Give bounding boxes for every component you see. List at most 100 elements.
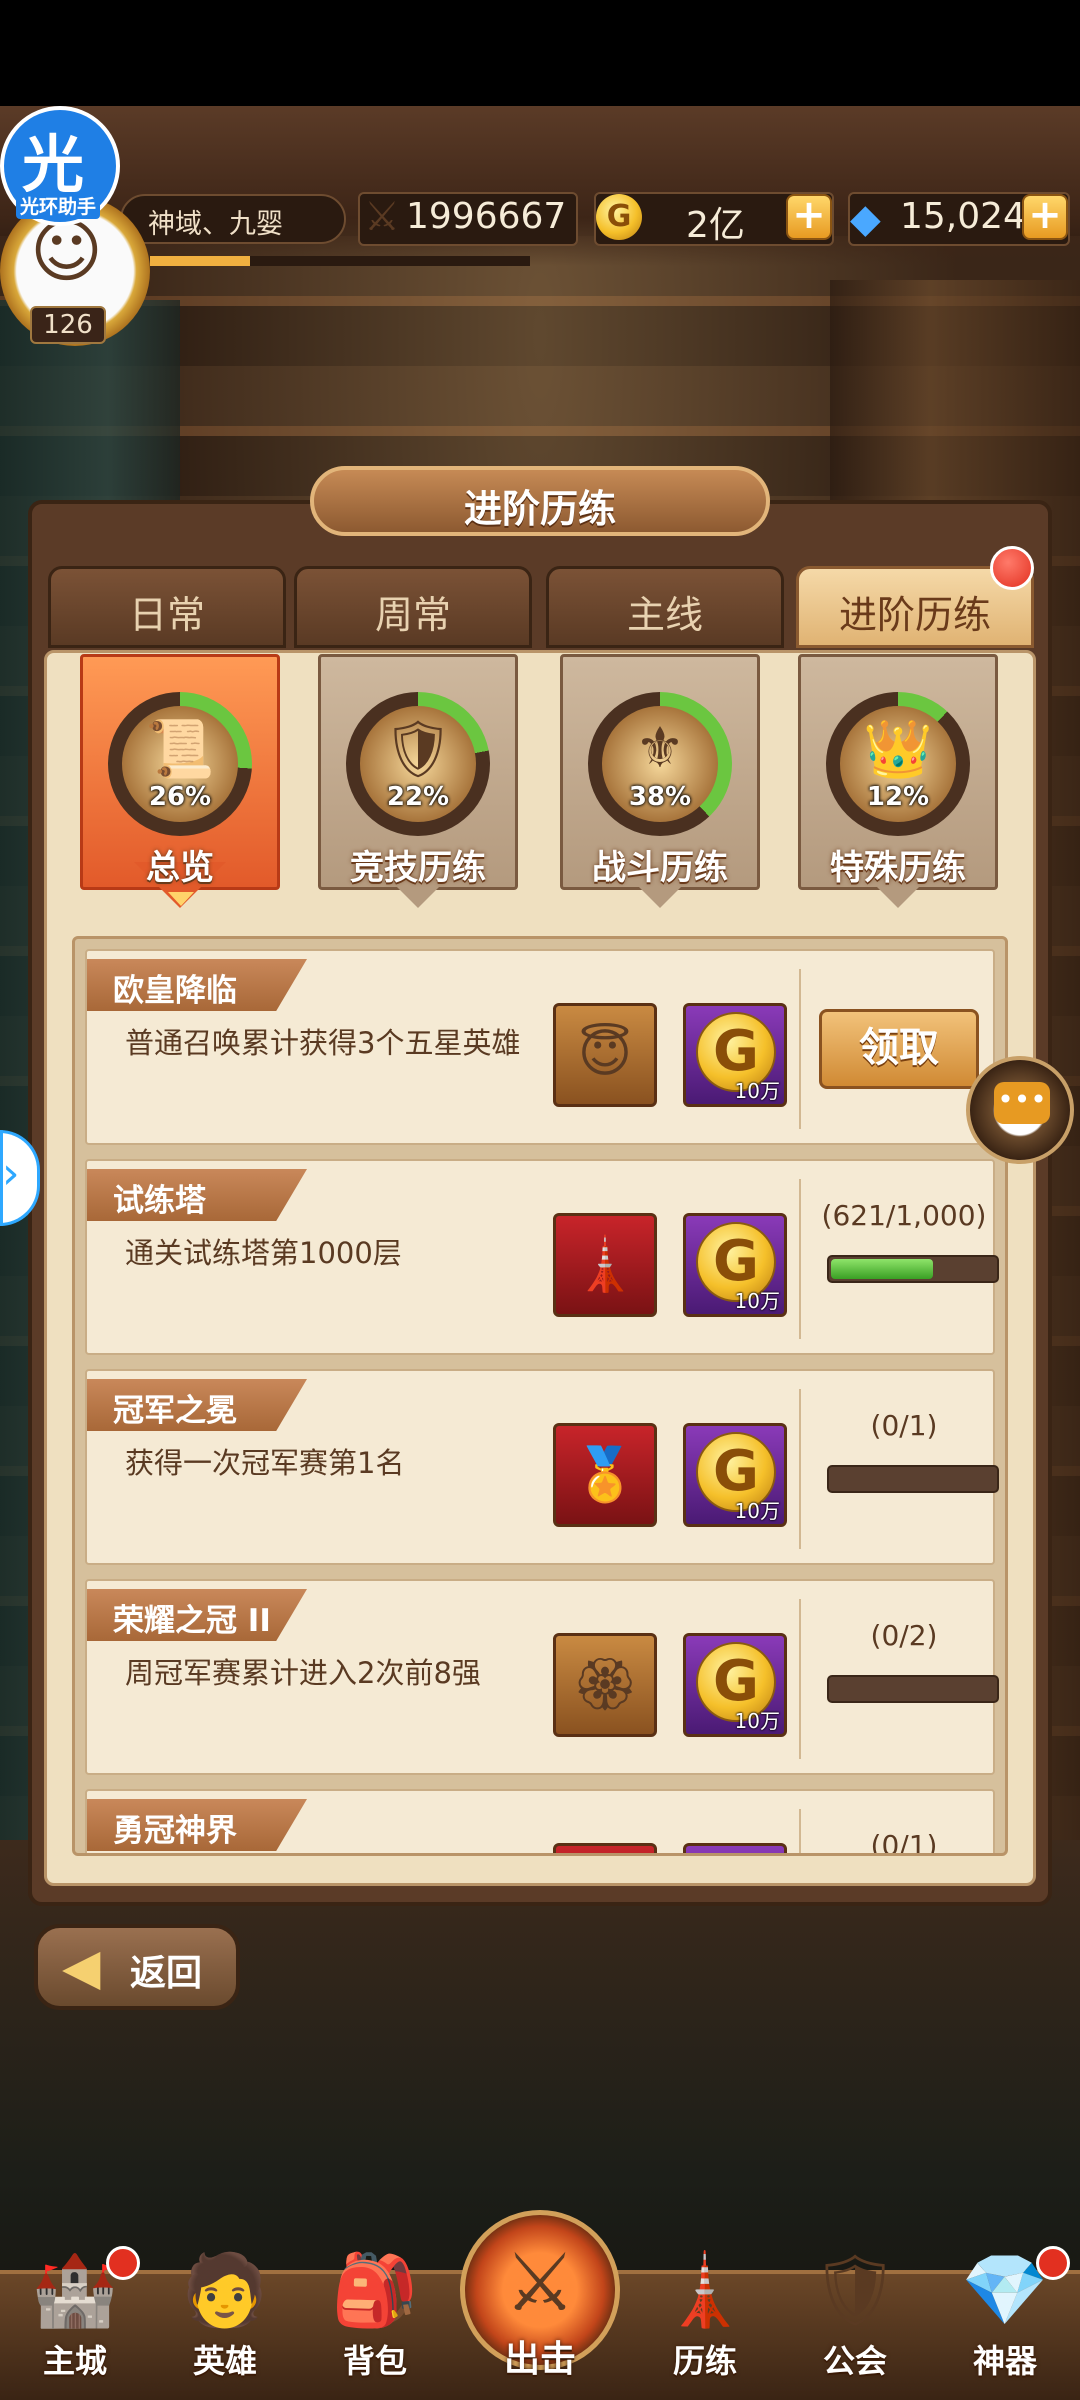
status-bar — [0, 0, 1080, 106]
progress-bar — [827, 1255, 999, 1283]
player-name: 神域、九婴 — [148, 209, 283, 240]
winged-shield-icon: ⚜ — [634, 716, 686, 781]
champion-emblem-icon: 🏅 — [572, 1445, 638, 1505]
backpack-icon: 🎒 — [331, 2249, 419, 2331]
reward-item[interactable]: 🏅 — [553, 1423, 657, 1527]
reward-quantity: 10万 — [734, 1499, 780, 1523]
task-row: 勇冠神界 (0/1) — [85, 1789, 995, 1856]
task-row: 试练塔 通关试练塔第1000层 🗼 G 10万 (621/1,000) — [85, 1159, 999, 1355]
reward-item[interactable]: 🗼 — [553, 1213, 657, 1317]
tab-main-label: 主线 — [626, 593, 703, 637]
nav-label: 英雄 — [192, 2342, 257, 2380]
divider — [799, 1179, 801, 1339]
category-name: 总览 — [146, 848, 214, 888]
laurel-emblem-icon: 🏵 — [571, 1655, 638, 1715]
task-description: 周冠军赛累计进入2次前8强 — [125, 1656, 481, 1690]
task-title: 欧皇降临 — [113, 973, 237, 1009]
scroll-icon: 📜 — [145, 717, 215, 782]
nav-guild[interactable]: 🛡 公会 — [790, 2240, 920, 2390]
add-gems-button[interactable]: + — [1022, 194, 1068, 240]
nav-label: 背包 — [342, 2342, 407, 2380]
guild-shield-icon: 🛡 — [810, 2249, 900, 2331]
task-row: 荣耀之冠 II 周冠军赛累计进入2次前8强 🏵 G 10万 (0/2) — [85, 1579, 999, 1775]
reward-quantity: 10万 — [734, 1079, 780, 1103]
tab-advanced-label: 进阶历练 — [838, 593, 991, 637]
reward-quantity: 10万 — [734, 1709, 780, 1733]
claim-button[interactable]: 领取 — [819, 1009, 979, 1089]
power-value: 1996667 — [406, 196, 567, 237]
reward-item[interactable]: 🏵 — [553, 1633, 657, 1737]
xp-bar-fill — [150, 256, 250, 266]
gem-icon: ◆ — [850, 196, 881, 242]
divider — [799, 1599, 801, 1759]
task-row: 冠军之冕 获得一次冠军赛第1名 🏅 G 10万 (0/1) — [85, 1369, 999, 1565]
nav-label: 神器 — [972, 2342, 1037, 2380]
reward-item[interactable]: G 10万 — [683, 1003, 787, 1107]
reward-item[interactable]: G 10万 — [683, 1633, 787, 1737]
reward-item[interactable]: 😇 — [553, 1003, 657, 1107]
gold-value: 2亿 — [686, 205, 745, 246]
add-gold-button[interactable]: + — [786, 194, 832, 240]
progress-text: (0/1) — [870, 1829, 938, 1856]
category-name: 战斗历练 — [592, 848, 728, 888]
assistant-logo-char: 光 — [22, 128, 85, 201]
task-title: 试练塔 — [113, 1183, 206, 1219]
crossed-swords-icon: ⚔ — [504, 2236, 576, 2329]
tower-badge-icon: 🗼 — [572, 1235, 638, 1295]
notification-dot — [990, 546, 1034, 590]
hero-icon: 🧑 — [181, 2249, 269, 2331]
tab-daily-label: 日常 — [128, 593, 205, 637]
reward-item[interactable]: G 10万 — [683, 1423, 787, 1527]
reward-item[interactable] — [553, 1843, 657, 1853]
category-arena[interactable]: 🛡 22% 竞技历练 — [318, 654, 518, 912]
divider — [799, 1809, 801, 1853]
category-overview[interactable]: 📜 26% 总览 — [80, 654, 280, 912]
nav-artifact[interactable]: 💎 神器 — [940, 2240, 1070, 2390]
nav-heroes[interactable]: 🧑 英雄 — [160, 2240, 290, 2390]
divider — [799, 1389, 801, 1549]
gem-value: 15,024 — [900, 196, 1026, 237]
category-name: 特殊历练 — [830, 848, 966, 888]
category-name: 竞技历练 — [350, 848, 486, 888]
category-special[interactable]: 👑 12% 特殊历练 — [798, 654, 998, 912]
category-battle[interactable]: ⚜ 38% 战斗历练 — [560, 654, 760, 912]
progress-text: (621/1,000) — [821, 1199, 987, 1232]
category-percent: 38% — [628, 782, 692, 812]
nav-label: 主城 — [42, 2342, 107, 2380]
back-button-label: 返回 — [130, 1953, 203, 1994]
panel-title: 进阶历练 — [463, 487, 616, 531]
category-percent: 12% — [866, 782, 930, 812]
nav-label: 历练 — [672, 2342, 737, 2380]
reward-quantity: 10万 — [734, 1289, 780, 1313]
chat-dots-icon: ••• — [997, 1083, 1047, 1116]
gold-coin-icon: G — [596, 194, 642, 240]
notification-dot — [1036, 2246, 1070, 2280]
task-title: 勇冠神界 — [113, 1813, 237, 1849]
nav-label: 公会 — [822, 2342, 887, 2380]
crossed-swords-icon: ⚔ — [364, 194, 400, 240]
player-level: 126 — [30, 306, 106, 344]
reward-item[interactable]: G 10万 — [683, 1213, 787, 1317]
tower-icon: 🗼 — [661, 2249, 749, 2331]
chevron-right-icon: › — [2, 1148, 20, 1199]
hero-avatar-icon: 😇 — [577, 1024, 633, 1084]
progress-bar-fill — [831, 1259, 933, 1279]
nav-training[interactable]: 🗼 历练 — [640, 2240, 770, 2390]
task-title: 冠军之冕 — [113, 1393, 237, 1429]
reward-item[interactable] — [683, 1843, 787, 1853]
task-description: 获得一次冠军赛第1名 — [125, 1446, 405, 1480]
progress-bar — [827, 1675, 999, 1703]
task-list[interactable]: 欧皇降临 普通召唤累计获得3个五星英雄 😇 G 10万 领取 试练塔 通关试练塔… — [72, 936, 1008, 1856]
arrow-left-icon: ◀ — [62, 1938, 101, 1996]
notification-dot — [106, 2246, 140, 2280]
task-row: 欧皇降临 普通召唤累计获得3个五星英雄 😇 G 10万 领取 — [85, 949, 995, 1145]
task-description: 通关试练塔第1000层 — [125, 1236, 402, 1270]
nav-backpack[interactable]: 🎒 背包 — [310, 2240, 440, 2390]
sword-shield-icon: 🛡 — [382, 717, 454, 782]
divider — [799, 969, 801, 1129]
nav-label: 出击 — [503, 2339, 576, 2380]
nav-main-city[interactable]: 🏰 主城 — [10, 2240, 140, 2390]
category-percent: 26% — [148, 782, 212, 812]
assistant-logo-text: 光环助手 — [16, 192, 101, 219]
category-percent: 22% — [386, 782, 450, 812]
